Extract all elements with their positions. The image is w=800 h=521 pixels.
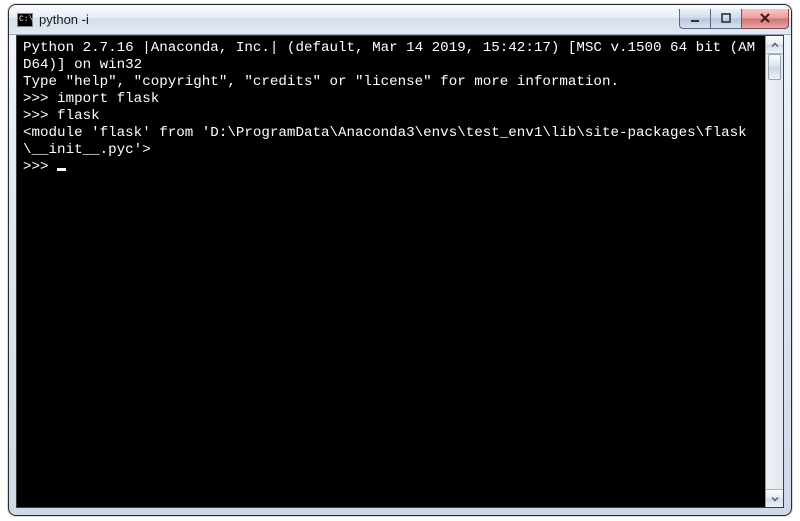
terminal-prompt: >>> — [23, 159, 57, 175]
close-button[interactable] — [741, 9, 789, 29]
console-window: C:\ python -i Python 2.7.16 |Anaconda, I… — [8, 4, 792, 516]
chevron-up-icon — [771, 41, 779, 49]
chevron-down-icon — [771, 495, 779, 503]
terminal-line: >>> import flask — [23, 91, 159, 107]
scroll-down-button[interactable] — [766, 489, 783, 507]
scroll-thumb[interactable] — [768, 54, 781, 80]
cursor — [57, 168, 66, 171]
window-title: python -i — [39, 12, 680, 27]
cmd-icon: C:\ — [17, 13, 33, 27]
terminal-line: Type "help", "copyright", "credits" or "… — [23, 74, 619, 90]
terminal-line: Python 2.7.16 |Anaconda, Inc.| (default,… — [23, 40, 755, 73]
terminal-output[interactable]: Python 2.7.16 |Anaconda, Inc.| (default,… — [17, 36, 765, 507]
terminal-line: <module 'flask' from 'D:\ProgramData\Ana… — [23, 125, 747, 158]
vertical-scrollbar[interactable] — [765, 36, 783, 507]
client-area: Python 2.7.16 |Anaconda, Inc.| (default,… — [16, 35, 784, 508]
scroll-track[interactable] — [766, 54, 783, 489]
titlebar[interactable]: C:\ python -i — [9, 5, 791, 35]
maximize-button[interactable] — [710, 9, 742, 29]
scroll-up-button[interactable] — [766, 36, 783, 54]
minimize-button[interactable] — [679, 9, 711, 29]
window-controls — [680, 9, 789, 29]
terminal-line: >>> flask — [23, 108, 100, 124]
